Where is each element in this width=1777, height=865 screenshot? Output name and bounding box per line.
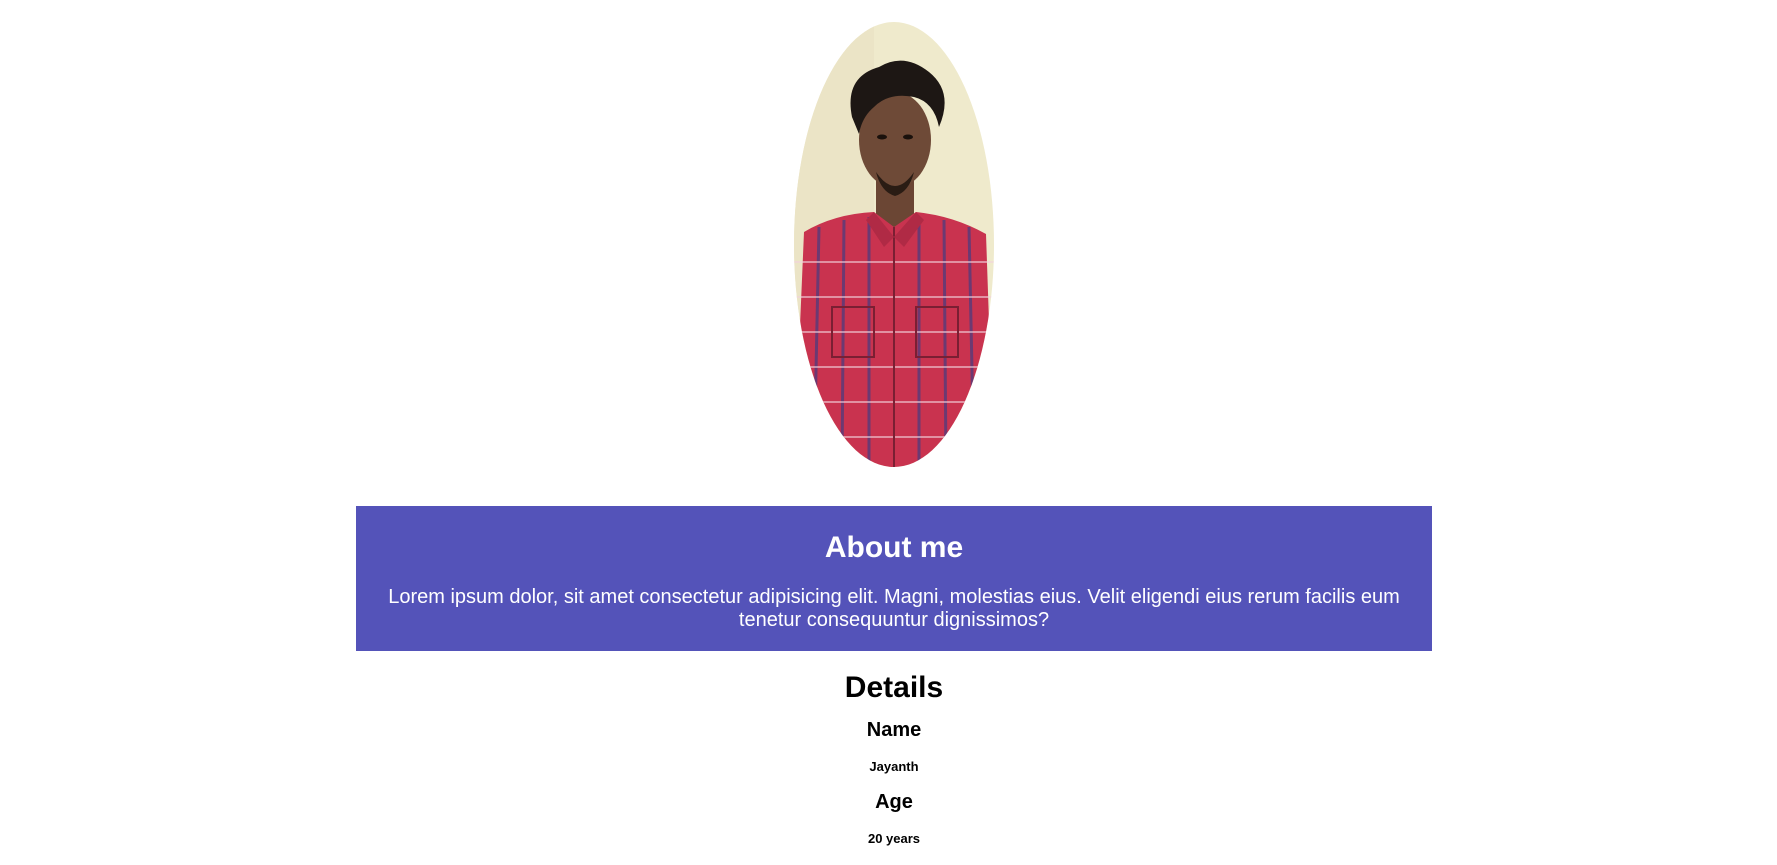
profile-photo-image [794,22,994,467]
about-section: About me Lorem ipsum dolor, sit amet con… [356,506,1432,651]
details-section: Details Name Jayanth Age 20 years [356,668,1432,847]
age-label: Age [875,791,913,813]
about-heading: About me [824,531,964,564]
name-value: Jayanth [869,759,919,774]
details-heading: Details [844,671,944,704]
about-text: Lorem ipsum dolor, sit amet consectetur … [388,586,1400,631]
profile-photo [794,22,994,467]
age-value: 20 years [867,831,921,846]
name-label: Name [866,719,922,741]
page: About me Lorem ipsum dolor, sit amet con… [0,0,1777,865]
